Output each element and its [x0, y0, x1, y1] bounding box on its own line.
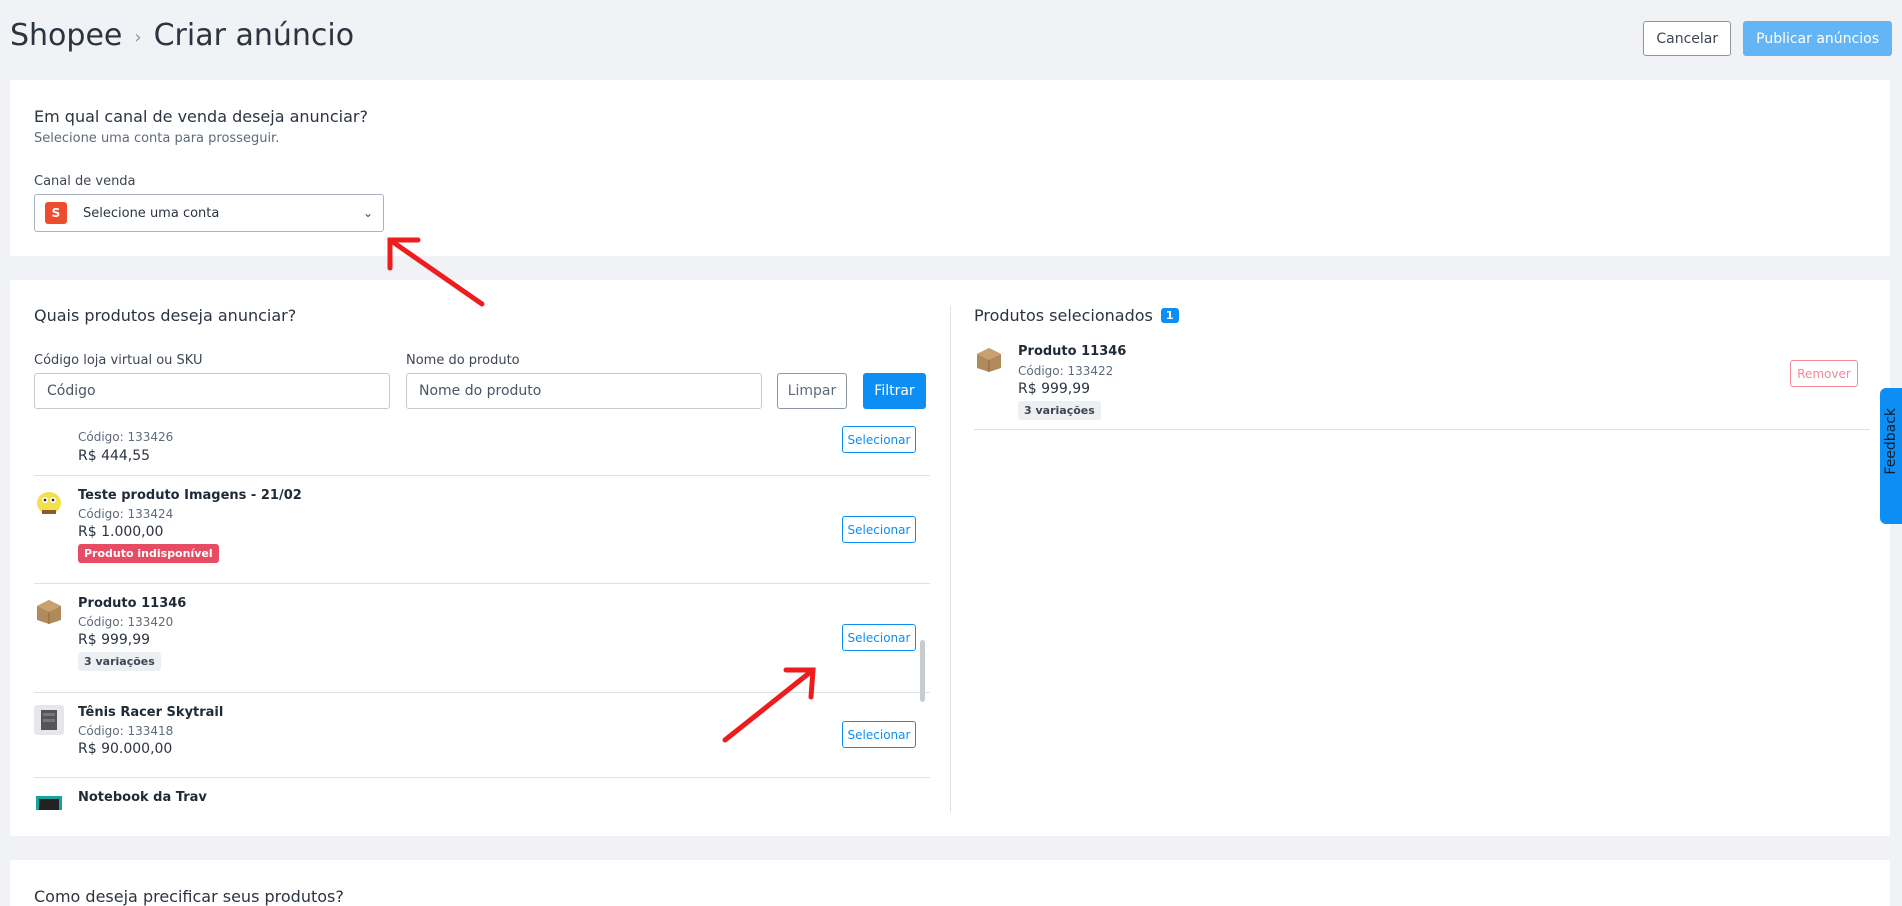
list-item: Notebook da Trav: [34, 778, 930, 810]
page-title: Criar anúncio: [153, 18, 355, 53]
selected-product-row: Produto 11346 Código: 133422 R$ 999,99 3…: [974, 344, 1870, 430]
list-item: Produto 11346 Código: 133420 R$ 999,99 3…: [34, 584, 930, 693]
selected-product-price: R$ 999,99: [1018, 381, 1091, 397]
shopee-bag-icon: S: [45, 202, 67, 224]
list-item: Código: 133426 R$ 444,55 Selecionar: [34, 426, 930, 476]
selected-product-name: Produto 11346: [1018, 344, 1127, 359]
selected-product-code: Código: 133422: [1018, 364, 1114, 378]
header-actions: Cancelar Publicar anúncios: [1643, 21, 1892, 56]
variations-badge: 3 variações: [1018, 401, 1101, 420]
chevron-down-icon: ⌄: [362, 206, 373, 220]
remove-button[interactable]: Remover: [1790, 360, 1858, 387]
product-price: R$ 1.000,00: [78, 524, 164, 540]
breadcrumb-separator: ›: [134, 27, 142, 48]
divider: [950, 306, 951, 812]
product-thumbnail: [34, 790, 64, 810]
publish-button[interactable]: Publicar anúncios: [1743, 21, 1892, 56]
select-button[interactable]: Selecionar: [842, 624, 916, 651]
channel-subtitle: Selecione uma conta para prosseguir.: [34, 131, 280, 146]
product-price: R$ 90.000,00: [78, 741, 173, 757]
product-thumbnail: [974, 344, 1004, 374]
list-scrollbar[interactable]: [920, 640, 925, 702]
products-question: Quais produtos deseja anunciar?: [34, 306, 297, 325]
product-code: Código: 133426: [78, 430, 174, 444]
select-button[interactable]: Selecionar: [842, 426, 916, 453]
unavailable-badge: Produto indisponível: [78, 544, 219, 563]
channel-select-value: Selecione uma conta: [83, 205, 220, 221]
product-price: R$ 999,99: [78, 632, 151, 648]
list-item: Tênis Racer Skytrail Código: 133418 R$ 9…: [34, 693, 930, 778]
feedback-label: Feedback: [1883, 408, 1899, 475]
pricing-question: Como deseja precificar seus produtos?: [34, 887, 344, 906]
select-button[interactable]: Selecionar: [842, 721, 916, 748]
channel-question: Em qual canal de venda deseja anunciar?: [34, 107, 368, 126]
filter-button[interactable]: Filtrar: [863, 373, 926, 409]
product-list[interactable]: Código: 133426 R$ 444,55 Selecionar Test…: [34, 426, 936, 810]
product-thumbnail: [34, 705, 64, 735]
variations-badge: 3 variações: [78, 652, 161, 671]
name-input[interactable]: [406, 373, 762, 409]
code-field-label: Código loja virtual ou SKU: [34, 353, 203, 368]
product-price: R$ 444,55: [78, 448, 151, 464]
channel-select[interactable]: S Selecione uma conta ⌄: [34, 194, 384, 232]
product-thumbnail: [34, 596, 64, 626]
selected-products-header: Produtos selecionados 1: [974, 306, 1179, 325]
pricing-card: Como deseja precificar seus produtos?: [10, 860, 1890, 906]
product-thumbnail: [34, 426, 64, 436]
product-name: Produto 11346: [78, 596, 187, 611]
product-code: Código: 133424: [78, 507, 174, 521]
select-button[interactable]: Selecionar: [842, 516, 916, 543]
product-thumbnail: [34, 488, 64, 518]
selected-products-title: Produtos selecionados: [974, 306, 1153, 325]
page-header: Shopee › Criar anúncio: [10, 18, 354, 53]
product-name: Teste produto Imagens - 21/02: [78, 488, 302, 503]
feedback-tab[interactable]: Feedback: [1880, 388, 1902, 524]
product-name: Notebook da Trav: [78, 790, 207, 805]
product-code: Código: 133420: [78, 615, 174, 629]
channel-field-label: Canal de venda: [34, 174, 136, 189]
cancel-button[interactable]: Cancelar: [1643, 21, 1732, 56]
breadcrumb-shopee[interactable]: Shopee: [10, 18, 122, 53]
product-name: Tênis Racer Skytrail: [78, 705, 224, 720]
clear-button[interactable]: Limpar: [777, 373, 847, 409]
product-code: Código: 133418: [78, 724, 174, 738]
selected-count-badge: 1: [1160, 308, 1179, 323]
code-input[interactable]: [34, 373, 390, 409]
list-item: Teste produto Imagens - 21/02 Código: 13…: [34, 476, 930, 584]
channel-card: Em qual canal de venda deseja anunciar? …: [10, 80, 1890, 256]
name-field-label: Nome do produto: [406, 353, 520, 368]
products-card: Quais produtos deseja anunciar? Código l…: [10, 280, 1890, 836]
